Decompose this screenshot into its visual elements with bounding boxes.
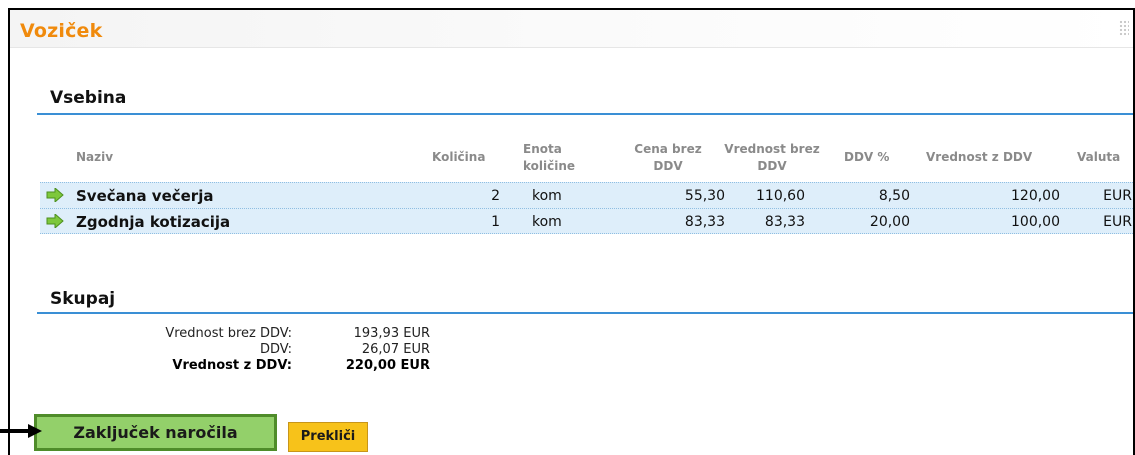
summary-value: 193,93 EUR	[353, 326, 430, 341]
col-header-unit: Enota količine	[523, 141, 575, 175]
contents-title: Vsebina	[50, 88, 127, 108]
green-arrow-right-icon	[46, 188, 64, 202]
item-vat: 20,00	[869, 214, 910, 230]
item-unit: kom	[532, 188, 562, 204]
item-price: 83,33	[684, 214, 725, 230]
col-header-currency: Valuta	[1077, 150, 1121, 164]
cancel-button[interactable]: Prekliči	[288, 422, 368, 452]
col-header-total: Vrednost z DDV	[926, 150, 1033, 164]
summary-divider	[37, 312, 1133, 314]
summary-label: Vrednost z DDV:	[172, 358, 292, 373]
item-total: 100,00	[1011, 214, 1060, 230]
item-qty: 2	[491, 188, 500, 204]
cart-panel: Voziček Vsebina Naziv Količina Enota kol…	[8, 8, 1135, 455]
col-header-value-line1: Vrednost brez	[724, 142, 820, 156]
table-row[interactable]: Zgodnja kotizacija 1 kom 83,33 83,33 20,00 100…	[40, 208, 1133, 234]
item-total: 120,00	[1011, 188, 1060, 204]
panel-title: Voziček	[20, 20, 103, 42]
item-price: 55,30	[684, 188, 725, 204]
summary-label: Vrednost brez DDV:	[165, 326, 292, 341]
col-header-vat: DDV %	[844, 150, 890, 164]
item-name: Zgodnja kotizacija	[76, 213, 231, 231]
item-qty: 1	[491, 214, 500, 230]
col-header-value-line2: DDV	[757, 159, 787, 173]
item-currency: EUR	[1103, 214, 1132, 230]
item-value: 83,33	[764, 214, 805, 230]
contents-divider	[37, 113, 1133, 115]
checkout-button[interactable]: Zaključek naročila	[34, 414, 277, 451]
table-row[interactable]: Svečana večerja 2 kom 55,30 110,60 8,50 120,00…	[40, 182, 1133, 208]
summary-label: DDV:	[259, 342, 292, 357]
pointer-arrow-icon	[0, 424, 42, 438]
panel-header: Voziček	[10, 10, 1133, 48]
col-header-unit-line1: Enota	[523, 142, 562, 156]
item-name: Svečana večerja	[76, 187, 214, 205]
col-header-unit-line2: količine	[523, 159, 576, 173]
col-header-value: Vrednost brez DDV	[712, 141, 832, 175]
summary-value: 26,07 EUR	[361, 342, 430, 357]
col-header-qty: Količina	[432, 150, 486, 164]
item-vat: 8,50	[878, 188, 910, 204]
item-currency: EUR	[1103, 188, 1132, 204]
item-unit: kom	[532, 214, 562, 230]
item-value: 110,60	[756, 188, 805, 204]
drag-grip-icon[interactable]	[1119, 20, 1129, 36]
summary-value: 220,00 EUR	[345, 358, 430, 373]
col-header-price-line2: DDV	[653, 159, 683, 173]
col-header-price: Cena brez DDV	[628, 141, 708, 175]
col-header-price-line1: Cena brez	[634, 142, 702, 156]
col-header-name: Naziv	[76, 150, 114, 164]
summary-title: Skupaj	[50, 289, 116, 309]
green-arrow-right-icon	[46, 214, 64, 228]
